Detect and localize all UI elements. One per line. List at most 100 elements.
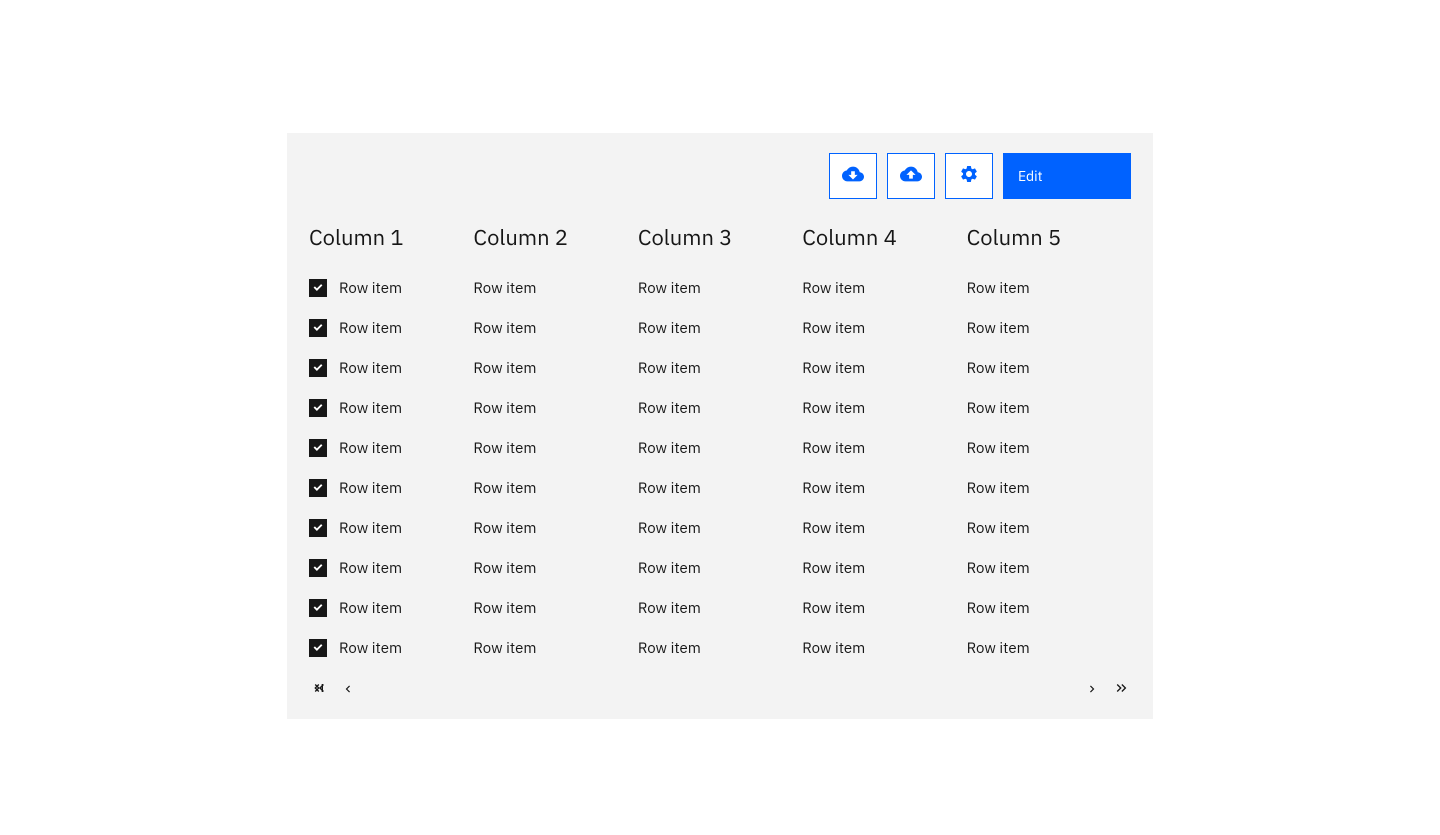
row-checkbox[interactable] <box>309 399 327 417</box>
cell-text: Row item <box>638 599 701 618</box>
table-cell: Row item <box>473 348 637 388</box>
row-checkbox[interactable] <box>309 319 327 337</box>
row-checkbox[interactable] <box>309 359 327 377</box>
cell-text: Row item <box>473 559 536 578</box>
cell-text: Row item <box>473 439 536 458</box>
cell-text: Row item <box>638 359 701 378</box>
column-header: Column 1 <box>309 223 473 252</box>
table-cell: Row item <box>802 308 966 348</box>
cell-text: Row item <box>638 399 701 418</box>
pagination-left <box>311 680 355 701</box>
upload-button[interactable] <box>887 153 935 199</box>
row-checkbox[interactable] <box>309 599 327 617</box>
gear-icon <box>959 164 979 189</box>
cell-text: Row item <box>638 319 701 338</box>
column-header: Column 2 <box>473 223 637 252</box>
table-column: Column 2 Row item Row item Row item Row item… <box>473 223 637 668</box>
table-cell: Row item <box>309 468 473 508</box>
cell-text: Row item <box>802 479 865 498</box>
cell-text: Row item <box>802 439 865 458</box>
next-page-button[interactable] <box>1085 680 1099 701</box>
cell-text: Row item <box>339 279 402 298</box>
cell-text: Row item <box>638 559 701 578</box>
table-cell: Row item <box>802 268 966 308</box>
table-cell: Row item <box>309 428 473 468</box>
cell-text: Row item <box>967 599 1030 618</box>
cell-text: Row item <box>967 439 1030 458</box>
prev-page-button[interactable] <box>341 680 355 701</box>
row-checkbox[interactable] <box>309 479 327 497</box>
cell-text: Row item <box>339 639 402 658</box>
check-icon <box>312 399 324 418</box>
table-cell: Row item <box>638 268 802 308</box>
table-cell: Row item <box>802 388 966 428</box>
cell-text: Row item <box>802 359 865 378</box>
cell-text: Row item <box>473 399 536 418</box>
cell-text: Row item <box>967 399 1030 418</box>
check-icon <box>312 359 324 378</box>
table-cell: Row item <box>638 468 802 508</box>
chevron-double-right-icon <box>1113 680 1129 701</box>
edit-button[interactable]: Edit <box>1003 153 1131 199</box>
table-cell: Row item <box>638 508 802 548</box>
settings-button[interactable] <box>945 153 993 199</box>
table-cell: Row item <box>967 628 1131 668</box>
pagination <box>309 680 1131 701</box>
check-icon <box>312 519 324 538</box>
cell-text: Row item <box>473 359 536 378</box>
cell-text: Row item <box>473 279 536 298</box>
cell-text: Row item <box>473 479 536 498</box>
cell-text: Row item <box>967 319 1030 338</box>
table-cell: Row item <box>309 588 473 628</box>
table-cell: Row item <box>309 548 473 588</box>
row-checkbox[interactable] <box>309 519 327 537</box>
row-checkbox[interactable] <box>309 439 327 457</box>
cell-text: Row item <box>339 399 402 418</box>
table-cell: Row item <box>473 548 637 588</box>
table-column: Column 1Row itemRow itemRow itemRow item… <box>309 223 473 668</box>
table-column: Column 5 Row item Row item Row item Row item… <box>967 223 1131 668</box>
cloud-download-icon <box>842 163 864 190</box>
table-cell: Row item <box>309 628 473 668</box>
cell-text: Row item <box>967 479 1030 498</box>
table-cell: Row item <box>967 268 1131 308</box>
cell-text: Row item <box>802 519 865 538</box>
chevron-left-icon <box>341 681 355 701</box>
cell-text: Row item <box>638 479 701 498</box>
table-cell: Row item <box>802 508 966 548</box>
table-cell: Row item <box>967 308 1131 348</box>
column-header: Column 4 <box>802 223 966 252</box>
table-cell: Row item <box>473 588 637 628</box>
cell-text: Row item <box>473 639 536 658</box>
cell-text: Row item <box>473 519 536 538</box>
row-checkbox[interactable] <box>309 639 327 657</box>
table-cell: Row item <box>309 508 473 548</box>
row-checkbox[interactable] <box>309 279 327 297</box>
cell-text: Row item <box>339 519 402 538</box>
table-cell: Row item <box>802 468 966 508</box>
table-column: Column 4 Row item Row item Row item Row item… <box>802 223 966 668</box>
pagination-right <box>1085 680 1129 701</box>
table-cell: Row item <box>473 268 637 308</box>
table-column: Column 3 Row item Row item Row item Row item… <box>638 223 802 668</box>
row-checkbox[interactable] <box>309 559 327 577</box>
toolbar: Edit <box>309 153 1131 199</box>
table-cell: Row item <box>473 468 637 508</box>
cell-text: Row item <box>339 599 402 618</box>
download-button[interactable] <box>829 153 877 199</box>
data-table: Column 1Row itemRow itemRow itemRow item… <box>309 223 1131 668</box>
table-cell: Row item <box>309 268 473 308</box>
table-cell: Row item <box>967 388 1131 428</box>
cell-text: Row item <box>967 559 1030 578</box>
check-icon <box>312 599 324 618</box>
cell-text: Row item <box>967 639 1030 658</box>
cell-text: Row item <box>967 359 1030 378</box>
cell-text: Row item <box>802 279 865 298</box>
check-icon <box>312 559 324 578</box>
column-header: Column 3 <box>638 223 802 252</box>
column-header: Column 5 <box>967 223 1131 252</box>
last-page-button[interactable] <box>1113 680 1129 701</box>
cell-text: Row item <box>967 279 1030 298</box>
table-cell: Row item <box>473 428 637 468</box>
first-page-button[interactable] <box>311 680 327 701</box>
